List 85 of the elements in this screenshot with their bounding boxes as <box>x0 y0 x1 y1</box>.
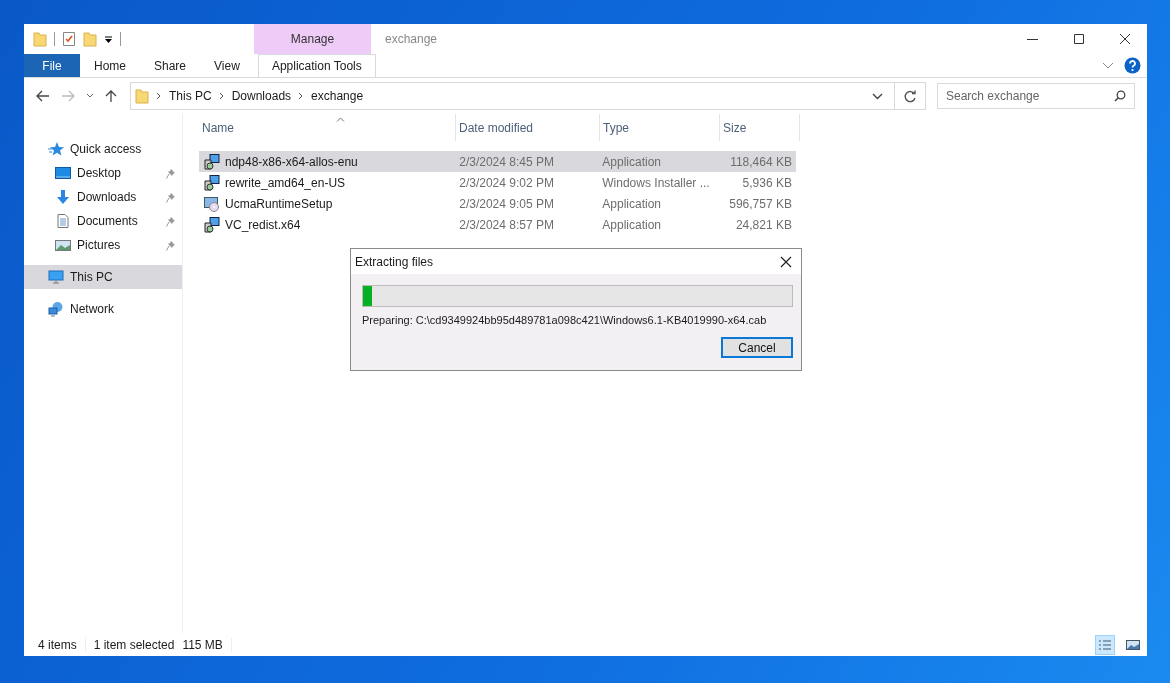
recent-caret-icon[interactable] <box>86 93 94 99</box>
back-arrow-icon[interactable] <box>36 90 50 102</box>
properties-icon[interactable] <box>62 31 76 47</box>
pin-icon[interactable] <box>166 215 176 227</box>
breadcrumb-item[interactable]: Downloads <box>231 89 292 103</box>
column-header[interactable]: Date modified <box>456 114 600 141</box>
selection-size: 115 MB <box>182 637 223 652</box>
pin-icon[interactable] <box>166 239 176 251</box>
expand-ribbon-icon[interactable] <box>1102 61 1114 70</box>
column-header[interactable]: Size <box>720 114 800 141</box>
nav-item[interactable]: Quick access <box>24 137 182 161</box>
type-cell-text: Application <box>601 217 662 232</box>
nav-item[interactable]: This PC <box>24 265 182 289</box>
search-icon[interactable] <box>1114 90 1126 102</box>
window-title: exchange <box>385 32 438 46</box>
nav-item[interactable]: Network <box>24 297 182 321</box>
picture-icon <box>55 237 71 253</box>
up-arrow-icon[interactable] <box>105 89 117 103</box>
contextual-tab-header: Manage <box>254 24 371 54</box>
address-bar[interactable]: This PC Downloads exchange <box>130 82 926 110</box>
pin-icon[interactable] <box>166 167 176 179</box>
breadcrumb-item[interactable]: exchange <box>311 89 364 103</box>
document-icon <box>55 213 71 229</box>
chevron-icon[interactable] <box>218 92 225 100</box>
desktop-icon <box>55 165 71 181</box>
date-cell-text: 2/3/2024 9:05 PM <box>458 196 555 211</box>
column-header[interactable]: Type <box>600 114 720 141</box>
date-cell-text: 2/3/2024 8:45 PM <box>458 154 555 169</box>
nav-item[interactable]: Documents <box>24 209 182 233</box>
refresh-icon[interactable] <box>903 89 917 103</box>
date-cell-text: 2/3/2024 9:02 PM <box>458 175 555 190</box>
dropdown-caret-icon[interactable] <box>872 92 883 100</box>
cancel-button[interactable]: Cancel <box>721 337 793 358</box>
installer-icon <box>204 216 220 233</box>
sort-caret-icon <box>336 117 345 122</box>
breadcrumb-item[interactable]: This PC <box>169 89 212 103</box>
search-field[interactable]: Search exchange <box>937 83 1135 109</box>
date-cell-text: 2/3/2024 8:57 PM <box>458 217 555 232</box>
size-cell-text: 24,821 KB <box>734 217 793 232</box>
close-icon[interactable] <box>780 255 792 268</box>
picture-icon <box>1126 638 1140 651</box>
file-row[interactable]: ndp48-x86-x64-allos-enu 2/3/2024 8:45 PM Application 118,464 KB <box>199 151 796 172</box>
file-name: ndp48-x86-x64-allos-enu <box>225 154 358 169</box>
type-cell-text: Application <box>601 154 662 169</box>
ribbon-tab[interactable]: Home <box>80 54 140 77</box>
file-row[interactable]: rewrite_amd64_en-US 2/3/2024 9:02 PM Windows Installer ... 5,936 KB <box>199 172 796 193</box>
details-view-button[interactable] <box>1095 634 1115 655</box>
help-icon[interactable] <box>1124 57 1141 74</box>
file-name: VC_redist.x64 <box>225 217 301 232</box>
close-icon[interactable] <box>1119 33 1131 45</box>
monitor-icon <box>48 269 64 285</box>
file-name: UcmaRuntimeSetup <box>225 196 333 211</box>
size-cell-text: 5,936 KB <box>741 175 793 190</box>
file-row[interactable]: VC_redist.x64 2/3/2024 8:57 PM Application 24,821 KB <box>199 214 796 235</box>
dialog-title: Extracting files <box>355 254 434 269</box>
nav-item[interactable]: Pictures <box>24 233 182 257</box>
nav-item[interactable]: Desktop <box>24 161 182 185</box>
type-cell-text: Application <box>601 196 662 211</box>
maximize-icon[interactable] <box>1073 33 1085 45</box>
download-arrow-icon <box>55 189 71 205</box>
ribbon-tab[interactable]: Application Tools <box>257 54 376 77</box>
file-row[interactable]: UcmaRuntimeSetup 2/3/2024 9:05 PM Application 596,757 KB <box>199 193 796 214</box>
customize-caret-icon[interactable] <box>104 34 113 44</box>
nav-item[interactable]: Downloads <box>24 185 182 209</box>
status-text: Preparing: C:\cd9349924bb95d489781a098c421\Windows6.1-KB4019990-x64.cab <box>362 314 768 326</box>
size-cell-text: 118,464 KB <box>729 154 793 169</box>
selection-info: 1 item selected <box>93 637 175 652</box>
size-cell-text: 596,757 KB <box>728 196 793 211</box>
file-name: rewrite_amd64_en-US <box>225 175 346 190</box>
globe-monitor-icon <box>48 301 64 317</box>
installer-icon <box>204 153 220 170</box>
star-icon <box>48 141 64 157</box>
setup-disc-icon <box>204 195 220 212</box>
type-cell-text: Windows Installer ... <box>601 175 711 190</box>
ribbon-tab[interactable]: File <box>24 54 80 77</box>
ribbon-tab[interactable]: View <box>200 54 254 77</box>
item-count: 4 items <box>38 637 77 652</box>
chevron-icon[interactable] <box>298 92 305 100</box>
chevron-icon[interactable] <box>156 92 162 100</box>
ribbon-tab[interactable]: Share <box>140 54 201 77</box>
pin-icon[interactable] <box>166 191 176 203</box>
installer-icon <box>204 174 220 191</box>
folder-icon <box>135 88 149 104</box>
column-header[interactable]: Name <box>199 114 456 141</box>
details-list-icon <box>1098 638 1112 651</box>
